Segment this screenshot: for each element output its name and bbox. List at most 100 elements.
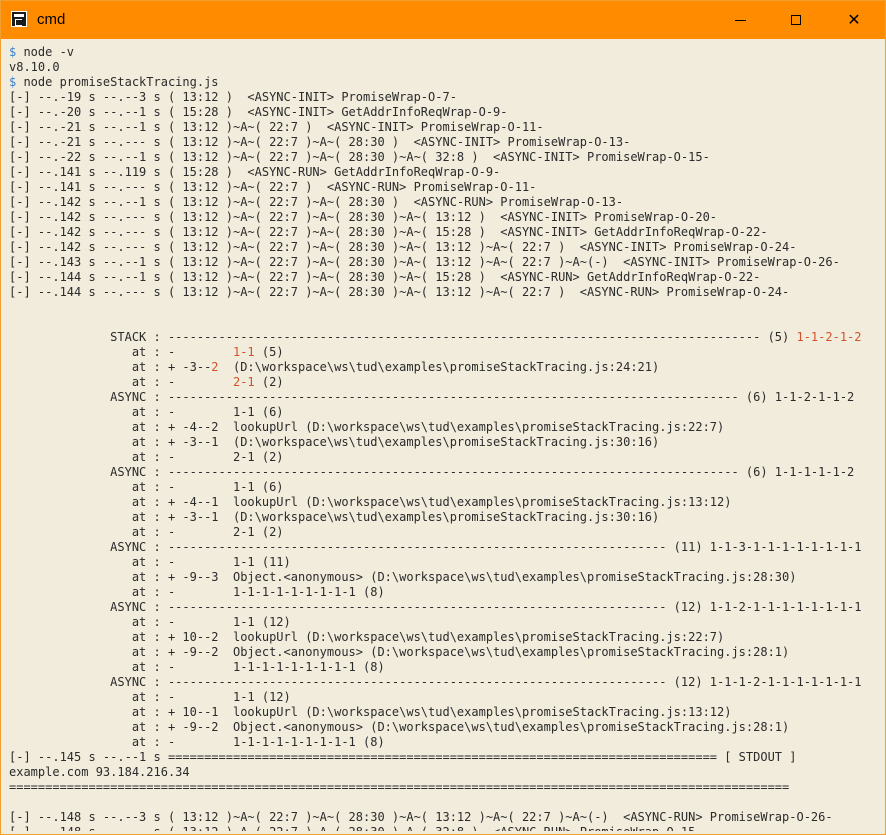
console-text: node -v: [23, 45, 75, 59]
console-text: at : - 1-1-1-1-1-1-1-1-1 (8): [9, 660, 385, 674]
console-line: [-] --.141 s --.119 s ( 15:28 ) <ASYNC-R…: [9, 165, 881, 180]
console-line: at : - 2-1 (2): [9, 375, 881, 390]
console-line: at : + -3--2 (D:\workspace\ws\tud\exampl…: [9, 360, 881, 375]
minimize-button[interactable]: [717, 1, 763, 39]
console-text: at : + -4--1 lookupUrl (D:\workspace\ws\…: [9, 495, 732, 509]
console-line: [-] --.-22 s --.--1 s ( 13:12 )~A~( 22:7…: [9, 150, 881, 165]
console-text: at : - 1-1 (12): [9, 615, 291, 629]
console-text: at : + -9--2 Object.<anonymous> (D:\work…: [9, 645, 790, 659]
console-line: at : - 1-1 (12): [9, 615, 881, 630]
console-window: cmd ✕ $ node -v v8.10.0 $ node promiseStac…: [0, 0, 886, 835]
console-line: at : - 1-1 (5): [9, 345, 881, 360]
console-text: [-] --.148 s --.--3 s ( 13:12 )~A~( 22:7…: [9, 810, 833, 824]
console-output[interactable]: $ node -v v8.10.0 $ node promiseStackTraci…: [9, 45, 881, 831]
console-line: [-] --.142 s --.--- s ( 13:12 )~A~( 22:7…: [9, 225, 881, 240]
console-line: at : - 1-1 (11): [9, 555, 881, 570]
maximize-button[interactable]: [773, 1, 819, 39]
console-text: [-] --.-21 s --.--1 s ( 13:12 )~A~( 22:7…: [9, 120, 544, 134]
prompt-symbol: $: [9, 75, 24, 89]
console-line: [-] --.143 s --.--1 s ( 13:12 )~A~( 22:7…: [9, 255, 881, 270]
console-text: at : -: [9, 375, 233, 389]
console-text: at : - 2-1 (2): [9, 450, 284, 464]
console-line: at : - 1-1 (6): [9, 480, 881, 495]
console-text: [-] --.-21 s --.--- s ( 13:12 )~A~( 22:7…: [9, 135, 631, 149]
console-line: [-] --.144 s --.--1 s ( 13:12 )~A~( 22:7…: [9, 270, 881, 285]
console-text: ========================================…: [9, 780, 790, 794]
prompt-symbol: $: [9, 45, 24, 59]
console-line: [-] --.-20 s --.--1 s ( 15:28 ) <ASYNC-I…: [9, 105, 881, 120]
console-line: $ node -v: [9, 45, 881, 60]
console-text: at : - 1-1 (6): [9, 480, 284, 494]
console-text: [-] --.144 s --.--- s ( 13:12 )~A~( 22:7…: [9, 285, 790, 299]
console-text: at : + -9--3 Object.<anonymous> (D:\work…: [9, 570, 797, 584]
console-line: [-] --.144 s --.--- s ( 13:12 )~A~( 22:7…: [9, 285, 881, 300]
console-text: (5): [254, 345, 284, 359]
console-text: at : + -3--1 (D:\workspace\ws\tud\exampl…: [9, 510, 660, 524]
console-text: node promiseStackTracing.js: [23, 75, 219, 89]
console-text: example.com 93.184.216.34: [9, 765, 190, 779]
console-text: [-] --.144 s --.--1 s ( 13:12 )~A~( 22:7…: [9, 270, 761, 284]
console-text: [-] --.142 s --.--- s ( 13:12 )~A~( 22:7…: [9, 240, 797, 254]
close-button[interactable]: ✕: [831, 1, 877, 39]
minimize-icon: [734, 19, 746, 21]
console-line: at : + -4--1 lookupUrl (D:\workspace\ws\…: [9, 495, 881, 510]
console-text: at : -: [9, 345, 233, 359]
console-text: ASYNC : --------------------------------…: [9, 675, 862, 689]
console-text: [-] --.141 s --.--- s ( 13:12 )~A~( 22:7…: [9, 180, 537, 194]
console-line: [-] --.141 s --.--- s ( 13:12 )~A~( 22:7…: [9, 180, 881, 195]
console-text: at : + 10--1 lookupUrl (D:\workspace\ws\…: [9, 705, 732, 719]
console-text: [-] --.142 s --.--- s ( 13:12 )~A~( 22:7…: [9, 210, 718, 224]
console-text: at : - 1-1 (11): [9, 555, 291, 569]
console-text: [-] --.-19 s --.--3 s ( 13:12 ) <ASYNC-I…: [9, 90, 457, 104]
console-line: at : - 1-1-1-1-1-1-1-1-1 (8): [9, 585, 881, 600]
console-line: at : + 10--1 lookupUrl (D:\workspace\ws\…: [9, 705, 881, 720]
console-text: at : - 1-1 (6): [9, 405, 284, 419]
title-bar[interactable]: cmd ✕: [1, 1, 885, 39]
console-line: at : - 1-1-1-1-1-1-1-1-1 (8): [9, 660, 881, 675]
console-line: [-] --.-21 s --.--1 s ( 13:12 )~A~( 22:7…: [9, 120, 881, 135]
console-line: [-] --.148 s --.--3 s ( 13:12 )~A~( 22:7…: [9, 810, 881, 825]
console-text: at : + -3--: [9, 360, 212, 374]
close-icon: ✕: [847, 10, 861, 29]
console-text: [-] --.143 s --.--1 s ( 13:12 )~A~( 22:7…: [9, 255, 840, 269]
console-line: [-] --.148 s --.--- s ( 13:12 )~A~( 22:7…: [9, 825, 881, 831]
console-line: at : + -4--2 lookupUrl (D:\workspace\ws\…: [9, 420, 881, 435]
highlight-text: 1-1-2-1-2: [796, 330, 862, 344]
console-line: at : - 2-1 (2): [9, 450, 881, 465]
console-text: [-] --.-20 s --.--1 s ( 15:28 ) <ASYNC-I…: [9, 105, 508, 119]
console-text: [-] --.148 s --.--- s ( 13:12 )~A~( 22:7…: [9, 825, 703, 831]
console-line: at : + -3--1 (D:\workspace\ws\tud\exampl…: [9, 435, 881, 450]
console-line: at : + -3--1 (D:\workspace\ws\tud\exampl…: [9, 510, 881, 525]
console-text: ASYNC : --------------------------------…: [9, 465, 855, 479]
console-text: ASYNC : --------------------------------…: [9, 390, 855, 404]
console-text: STACK : --------------------------------…: [9, 330, 797, 344]
console-line: example.com 93.184.216.34: [9, 765, 881, 780]
console-icon[interactable]: [11, 11, 27, 27]
console-line: [-] --.142 s --.--- s ( 13:12 )~A~( 22:7…: [9, 210, 881, 225]
console-text: (2): [254, 375, 284, 389]
console-line: ========================================…: [9, 780, 881, 795]
console-text: ASYNC : --------------------------------…: [9, 540, 862, 554]
console-line: [-] --.142 s --.--- s ( 13:12 )~A~( 22:7…: [9, 240, 881, 255]
console-line: v8.10.0: [9, 60, 881, 75]
console-line: [-] --.-21 s --.--- s ( 13:12 )~A~( 22:7…: [9, 135, 881, 150]
console-text: at : + -9--2 Object.<anonymous> (D:\work…: [9, 720, 790, 734]
console-line: at : - 1-1 (12): [9, 690, 881, 705]
console-line: at : - 2-1 (2): [9, 525, 881, 540]
maximize-icon: [791, 15, 801, 25]
console-line: at : + -9--2 Object.<anonymous> (D:\work…: [9, 720, 881, 735]
console-line: ASYNC : --------------------------------…: [9, 465, 881, 480]
highlight-text: 2-1: [232, 375, 255, 389]
console-line: ASYNC : --------------------------------…: [9, 600, 881, 615]
console-line: ASYNC : --------------------------------…: [9, 540, 881, 555]
console-text: [-] --.141 s --.119 s ( 15:28 ) <ASYNC-R…: [9, 165, 501, 179]
console-text: at : - 2-1 (2): [9, 525, 284, 539]
console-line: at : + -9--2 Object.<anonymous> (D:\work…: [9, 645, 881, 660]
console-text: v8.10.0: [9, 60, 60, 74]
console-line: at : - 1-1-1-1-1-1-1-1-1 (8): [9, 735, 881, 750]
console-text: at : - 1-1 (12): [9, 690, 291, 704]
window-title: cmd: [37, 11, 66, 28]
